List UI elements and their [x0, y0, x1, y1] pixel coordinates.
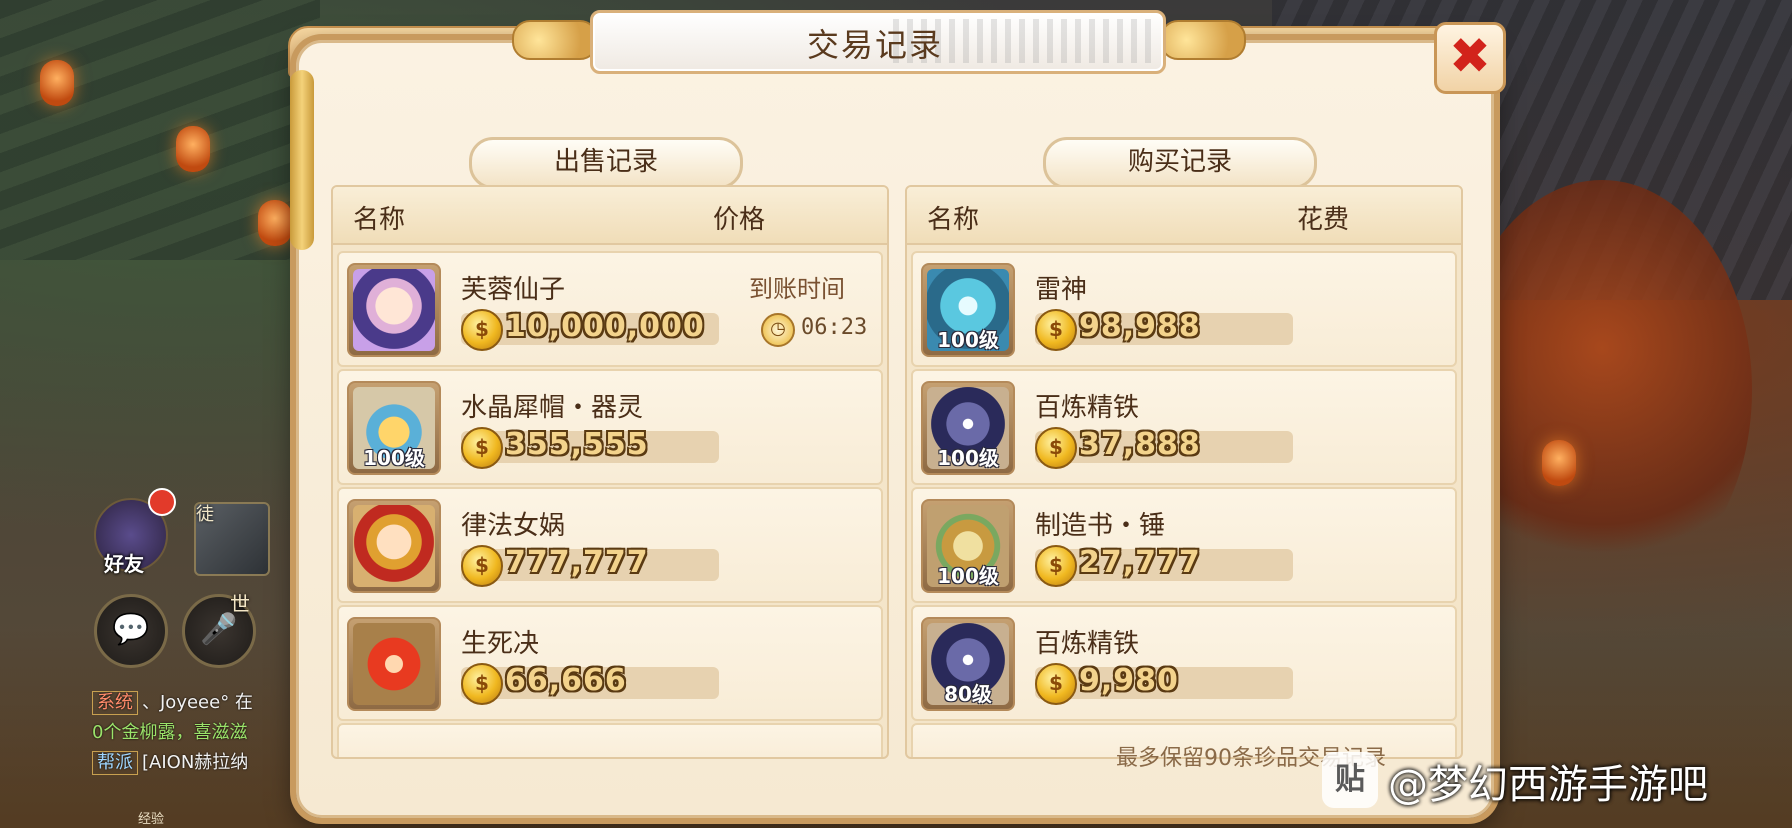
item-name: 水晶犀帽・器灵	[461, 393, 644, 423]
tab-buy-records[interactable]: 购买记录	[1043, 137, 1317, 189]
tieba-badge-icon: 贴	[1322, 752, 1378, 808]
buy-table-header: 名称 花费	[907, 187, 1461, 245]
arrival-time-label: 到账时间	[749, 275, 845, 303]
item-name: 百炼精铁	[1035, 393, 1140, 423]
sell-records-panel: 名称 价格 芙蓉仙子 $ 10,000,000 到账时间 ◷ 06:23 100…	[331, 185, 889, 759]
chat-log[interactable]: 系统 、Joyeee° 在 0个金柳露，喜滋滋 帮派 [AION赫拉纳	[92, 688, 312, 778]
price-bar: $ 777,777	[461, 545, 719, 587]
item-name: 律法女娲	[461, 511, 566, 541]
item-name: 生死决	[461, 629, 540, 659]
item-level: 100级	[363, 446, 425, 470]
item-icon-frame[interactable]: 80级	[921, 617, 1015, 711]
column-header-name: 名称	[927, 205, 980, 235]
price-bar: $ 9,980	[1035, 663, 1293, 705]
chat-tag-gang: 帮派	[92, 751, 138, 775]
price-value: 27,777	[1079, 545, 1201, 580]
item-icon-frame[interactable]	[347, 499, 441, 593]
chat-line: 系统 、Joyeee° 在	[92, 688, 312, 718]
item-name: 制造书・锤	[1035, 511, 1166, 541]
gold-coin-icon: $	[461, 545, 503, 587]
price-bar: $ 355,555	[461, 427, 719, 469]
nuwa-pet-icon	[353, 505, 435, 587]
exp-label: 经验	[138, 812, 165, 827]
sell-record-row[interactable]: 芙蓉仙子 $ 10,000,000 到账时间 ◷ 06:23	[337, 251, 883, 367]
dialog-title: 交易记录	[806, 26, 943, 64]
watermark-text: @梦幻西游手游吧	[1388, 762, 1708, 808]
item-icon-frame[interactable]	[347, 617, 441, 711]
price-bar: $ 10,000,000	[461, 309, 719, 351]
chat-tag-system: 系统	[92, 691, 138, 715]
lantern-decoration	[40, 60, 74, 106]
price-value: 98,988	[1079, 309, 1201, 344]
arrival-time-value: 06:23	[801, 315, 868, 340]
price-bar: $ 98,988	[1035, 309, 1293, 351]
buy-record-row[interactable]: 100级 雷神 $ 98,988	[911, 251, 1457, 367]
title-left-ornament	[512, 20, 598, 60]
column-header-name: 名称	[353, 205, 406, 235]
item-level: 100级	[937, 564, 999, 588]
notification-badge	[148, 488, 176, 516]
fairy-pet-icon	[353, 269, 435, 351]
item-icon-frame[interactable]: 100级	[921, 263, 1015, 357]
gold-coin-icon: $	[461, 427, 503, 469]
tassel-decoration	[290, 70, 314, 250]
item-level: 80级	[944, 682, 992, 706]
price-value: 355,555	[505, 427, 649, 462]
title-right-ornament	[1160, 20, 1246, 60]
gold-coin-icon: $	[1035, 663, 1077, 705]
price-value: 10,000,000	[505, 309, 705, 344]
gold-coin-icon: $	[1035, 427, 1077, 469]
item-level: 100级	[937, 446, 999, 470]
sell-record-row-partial[interactable]	[337, 723, 883, 757]
item-level: 100级	[937, 328, 999, 352]
gold-coin-icon: $	[1035, 545, 1077, 587]
chat-bubble-icon[interactable]: 💬	[94, 594, 168, 668]
item-name: 百炼精铁	[1035, 629, 1140, 659]
buy-records-panel: 名称 花费 100级 雷神 $ 98,988 100级 百炼精铁 $ 37,88…	[905, 185, 1463, 759]
gold-coin-icon: $	[461, 663, 503, 705]
gold-coin-icon: $	[1035, 309, 1077, 351]
chat-text: 、Joyeee° 在	[142, 692, 253, 713]
friends-label: 好友	[104, 552, 144, 576]
sell-record-row[interactable]: 100级 水晶犀帽・器灵 $ 355,555	[337, 369, 883, 485]
background-autumn-tree	[1452, 180, 1752, 600]
chat-line: 帮派 [AION赫拉纳	[92, 748, 312, 778]
sell-table-header: 名称 价格	[333, 187, 887, 245]
item-icon-frame[interactable]: 100级	[347, 381, 441, 475]
buy-record-row[interactable]: 100级 百炼精铁 $ 37,888	[911, 369, 1457, 485]
price-bar: $ 37,888	[1035, 427, 1293, 469]
price-value: 9,980	[1079, 663, 1179, 698]
lantern-decoration	[258, 200, 292, 246]
lantern-decoration	[176, 126, 210, 172]
sell-record-row[interactable]: 生死决 $ 66,666	[337, 605, 883, 721]
close-button[interactable]: ✖	[1434, 22, 1506, 94]
clock-icon: ◷	[761, 313, 795, 347]
chat-text: [AION赫拉纳	[142, 752, 249, 773]
item-icon-frame[interactable]: 100级	[921, 381, 1015, 475]
price-bar: $ 66,666	[461, 663, 719, 705]
buy-record-row[interactable]: 100级 制造书・锤 $ 27,777	[911, 487, 1457, 603]
item-icon-frame[interactable]	[347, 263, 441, 357]
gold-coin-icon: $	[461, 309, 503, 351]
lantern-decoration	[1542, 440, 1576, 486]
price-bar: $ 27,777	[1035, 545, 1293, 587]
buy-record-row[interactable]: 80级 百炼精铁 $ 9,980	[911, 605, 1457, 721]
item-icon-frame[interactable]: 100级	[921, 499, 1015, 593]
column-header-cost: 花费	[1297, 205, 1350, 235]
trade-records-dialog: 出售记录 名称 价格 芙蓉仙子 $ 10,000,000 到账时间 ◷ 06:2…	[296, 40, 1494, 818]
item-name: 芙蓉仙子	[461, 275, 566, 305]
fire-orb-skill-icon	[353, 623, 435, 705]
column-header-price: 价格	[713, 205, 766, 235]
price-value: 777,777	[505, 545, 649, 580]
tab-sell-records[interactable]: 出售记录	[469, 137, 743, 189]
price-value: 37,888	[1079, 427, 1201, 462]
chat-line: 0个金柳露，喜滋滋	[92, 718, 312, 748]
price-value: 66,666	[505, 663, 627, 698]
chat-text: 0个金柳露，喜滋滋	[92, 722, 248, 743]
sell-record-row[interactable]: 律法女娲 $ 777,777	[337, 487, 883, 603]
world-channel-label: 世	[230, 592, 250, 616]
item-name: 雷神	[1035, 275, 1088, 305]
apprentice-label: 徒	[196, 504, 214, 525]
